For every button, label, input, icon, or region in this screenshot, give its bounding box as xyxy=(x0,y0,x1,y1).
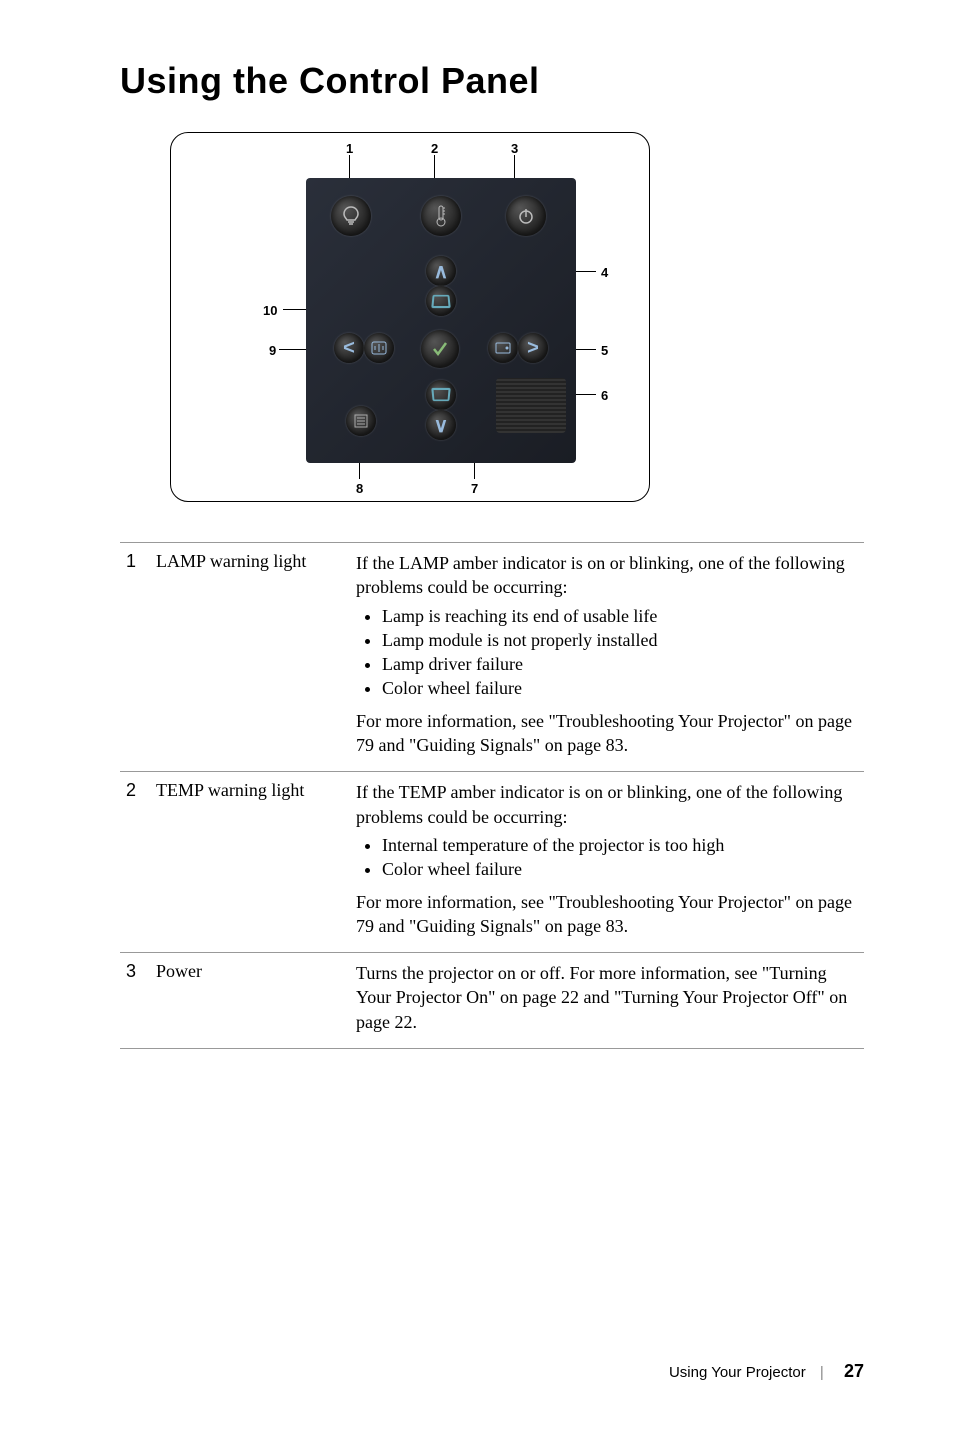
callout-9: 9 xyxy=(269,343,276,358)
left-arrow-icon: < xyxy=(334,333,364,363)
lamp-icon xyxy=(331,196,371,236)
footer-page: 27 xyxy=(844,1361,864,1381)
callout-10: 10 xyxy=(263,303,277,318)
footer-section: Using Your Projector xyxy=(669,1364,806,1381)
callout-1: 1 xyxy=(346,141,353,156)
row-label: TEMP warning light xyxy=(150,772,350,953)
enter-icon xyxy=(421,330,459,368)
row-num: 2 xyxy=(120,772,150,953)
row-label: Power xyxy=(150,953,350,1049)
row-num: 1 xyxy=(120,543,150,772)
callout-4: 4 xyxy=(601,265,608,280)
callout-table: 1 LAMP warning light If the LAMP amber i… xyxy=(120,542,864,1049)
row-label: LAMP warning light xyxy=(150,543,350,772)
source-icon xyxy=(488,333,518,363)
table-row: 2 TEMP warning light If the TEMP amber i… xyxy=(120,772,864,953)
row-desc: If the TEMP amber indicator is on or bli… xyxy=(350,772,864,953)
keystone-bottom-icon xyxy=(426,380,456,410)
down-arrow-icon: ∨ xyxy=(426,410,456,440)
callout-6: 6 xyxy=(601,388,608,403)
callout-7: 7 xyxy=(471,481,478,496)
menu-icon xyxy=(346,406,376,436)
right-arrow-icon: > xyxy=(518,333,548,363)
control-panel-diagram: 1 2 3 4 5 6 7 8 9 10 xyxy=(170,132,864,502)
power-icon xyxy=(506,196,546,236)
control-panel-graphic: ∧ < > ∨ xyxy=(306,178,576,463)
keystone-top-icon xyxy=(426,286,456,316)
table-row: 1 LAMP warning light If the LAMP amber i… xyxy=(120,543,864,772)
up-arrow-icon: ∧ xyxy=(426,256,456,286)
callout-2: 2 xyxy=(431,141,438,156)
row-num: 3 xyxy=(120,953,150,1049)
callout-8: 8 xyxy=(356,481,363,496)
page-title: Using the Control Panel xyxy=(120,60,864,102)
auto-adjust-icon xyxy=(364,333,394,363)
panel-texture xyxy=(496,378,566,433)
page-footer: Using Your Projector | 27 xyxy=(669,1361,864,1382)
footer-separator: | xyxy=(820,1364,824,1381)
temp-icon xyxy=(421,196,461,236)
callout-3: 3 xyxy=(511,141,518,156)
table-row: 3 Power Turns the projector on or off. F… xyxy=(120,953,864,1049)
row-desc: If the LAMP amber indicator is on or bli… xyxy=(350,543,864,772)
callout-5: 5 xyxy=(601,343,608,358)
row-desc: Turns the projector on or off. For more … xyxy=(350,953,864,1049)
